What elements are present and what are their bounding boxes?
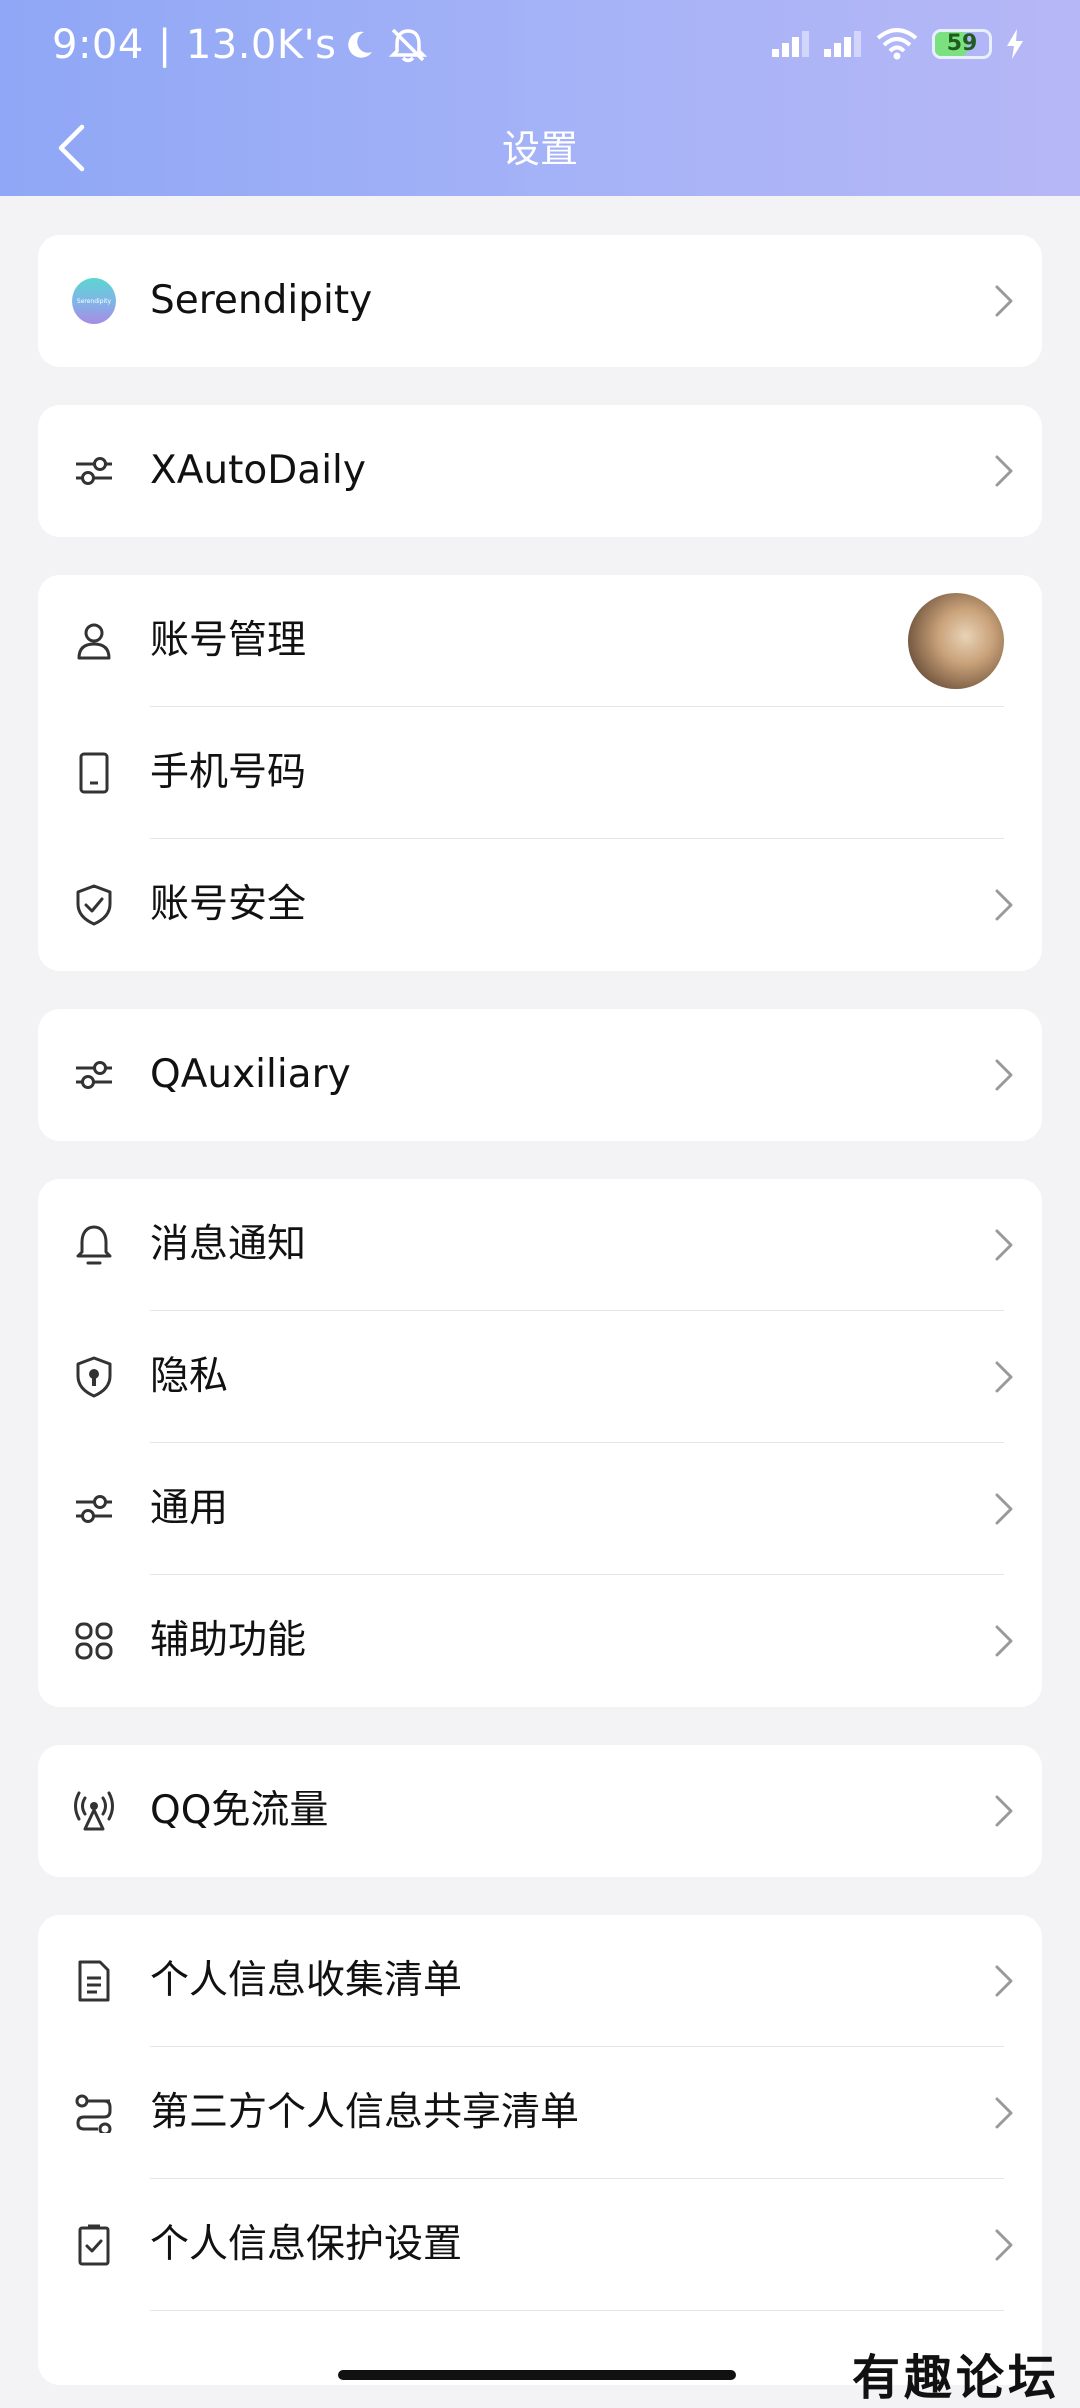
- chevron-right-icon: [995, 1229, 1013, 1261]
- settings-row-privacy[interactable]: 隐私: [38, 1311, 1042, 1443]
- mute-bell-icon: [389, 28, 428, 63]
- group-serendipity: Serendipity Serendipity: [38, 235, 1042, 367]
- signal-tower-icon: [72, 1789, 116, 1833]
- watermark: 有趣论坛: [851, 2350, 1060, 2406]
- row-label: 个人信息保护设置: [150, 2222, 463, 2267]
- row-label: Serendipity: [150, 278, 373, 323]
- settings-row-info-collection-list[interactable]: 个人信息收集清单: [38, 1915, 1042, 2047]
- network-speed: 13.0K's: [185, 22, 337, 68]
- page-title: 设置: [501, 127, 578, 171]
- row-label: 第三方个人信息共享清单: [150, 2090, 580, 2135]
- group-free-data: QQ免流量: [38, 1745, 1042, 1877]
- row-label: 辅助功能: [150, 1618, 307, 1663]
- battery-level: 59: [946, 31, 978, 56]
- row-label: 隐私: [150, 1354, 229, 1399]
- settings-row-accessibility[interactable]: 辅助功能: [38, 1575, 1042, 1707]
- settings-row-info-protection[interactable]: 个人信息保护设置: [38, 2179, 1042, 2311]
- status-left: 9:04 | 13.0K's: [52, 22, 428, 68]
- chevron-right-icon: [995, 1361, 1013, 1393]
- chevron-right-icon: [995, 1625, 1013, 1657]
- shield-check-icon: [72, 883, 116, 927]
- title-bar: 设置: [0, 100, 1080, 196]
- chevron-right-icon: [995, 1059, 1013, 1091]
- group-qauxiliary: QAuxiliary: [38, 1009, 1042, 1141]
- settings-row-account-management[interactable]: 账号管理: [38, 575, 1042, 707]
- sliders-icon: [72, 449, 116, 493]
- signal-icon-2: [824, 31, 861, 57]
- settings-row-serendipity[interactable]: Serendipity Serendipity: [38, 235, 1042, 367]
- row-label: 账号安全: [150, 882, 307, 927]
- document-icon: [72, 1959, 116, 2003]
- wifi-icon: [876, 28, 918, 60]
- chevron-right-icon: [995, 285, 1013, 317]
- moon-icon: [348, 31, 373, 58]
- bell-icon: [72, 1223, 116, 1267]
- chevron-right-icon: [995, 889, 1013, 921]
- divider: [150, 2310, 1004, 2311]
- chevron-right-icon: [995, 1795, 1013, 1827]
- settings-row-third-party-sharing-list[interactable]: 第三方个人信息共享清单: [38, 2047, 1042, 2179]
- app-header: 9:04 | 13.0K's 59 设置: [0, 0, 1080, 196]
- row-label: 账号管理: [150, 618, 307, 663]
- settings-row-phone-number[interactable]: 手机号码: [38, 707, 1042, 839]
- row-label: 个人信息收集清单: [150, 1958, 463, 2003]
- serendipity-avatar-text: Serendipity: [72, 278, 116, 324]
- row-label: QQ免流量: [150, 1788, 329, 1833]
- grid-icon: [72, 1619, 116, 1663]
- row-label: 消息通知: [150, 1222, 307, 1267]
- chevron-right-icon: [995, 2229, 1013, 2261]
- settings-row-qauxiliary[interactable]: QAuxiliary: [38, 1009, 1042, 1141]
- home-indicator[interactable]: [338, 2370, 736, 2380]
- status-time: 9:04: [52, 22, 144, 68]
- row-label: 手机号码: [150, 750, 307, 795]
- group-personal-info: 个人信息收集清单 第三方个人信息共享清单 个人信息保护设置: [38, 1915, 1042, 2385]
- status-bar: 9:04 | 13.0K's 59: [0, 0, 1080, 100]
- phone-icon: [72, 751, 116, 795]
- chevron-right-icon: [995, 2097, 1013, 2129]
- settings-row-notifications[interactable]: 消息通知: [38, 1179, 1042, 1311]
- user-icon: [72, 619, 116, 663]
- group-xautodaily: XAutoDaily: [38, 405, 1042, 537]
- group-general: 消息通知 隐私 通用 辅助功能: [38, 1179, 1042, 1707]
- settings-row-qq-free-data[interactable]: QQ免流量: [38, 1745, 1042, 1877]
- checkbox-doc-icon: [72, 2223, 116, 2267]
- user-avatar: [908, 593, 1004, 689]
- row-label: XAutoDaily: [150, 448, 366, 493]
- status-right: 59: [772, 28, 1024, 60]
- settings-row-xautodaily[interactable]: XAutoDaily: [38, 405, 1042, 537]
- settings-row-general[interactable]: 通用: [38, 1443, 1042, 1575]
- shield-lock-icon: [72, 1355, 116, 1399]
- row-label: 通用: [150, 1486, 229, 1531]
- group-account: 账号管理 手机号码 账号安全: [38, 575, 1042, 971]
- serendipity-avatar: Serendipity: [72, 278, 116, 324]
- charging-icon: [1007, 29, 1023, 59]
- chevron-right-icon: [995, 1965, 1013, 1997]
- sliders-icon: [72, 1053, 116, 1097]
- signal-icon: [772, 31, 809, 57]
- settings-row-account-security[interactable]: 账号安全: [38, 839, 1042, 971]
- battery-indicator: 59: [932, 29, 992, 59]
- share-list-icon: [72, 2091, 116, 2135]
- row-label: QAuxiliary: [150, 1052, 351, 1097]
- chevron-right-icon: [995, 1493, 1013, 1525]
- chevron-right-icon: [995, 455, 1013, 487]
- sliders-icon: [72, 1487, 116, 1531]
- status-separator: |: [157, 22, 172, 68]
